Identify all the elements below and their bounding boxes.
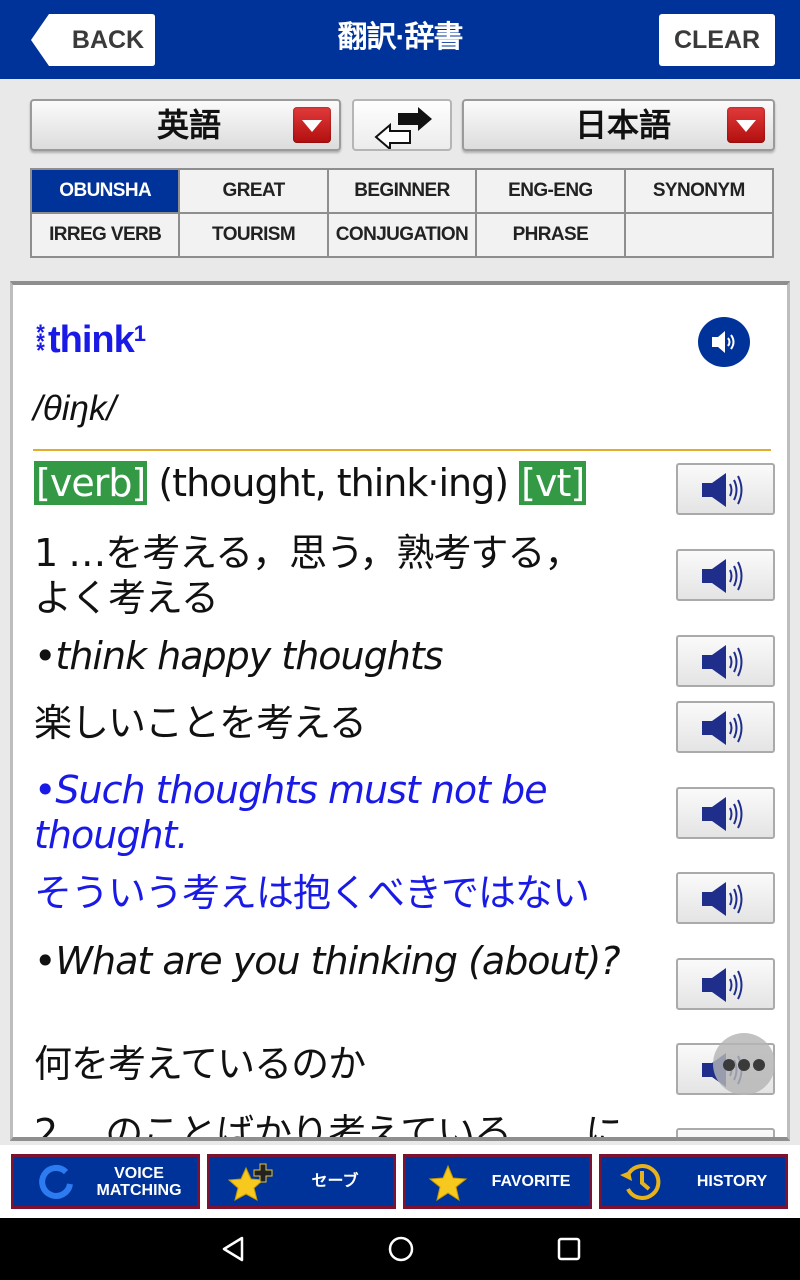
tab-great[interactable]: GREAT [180,170,327,212]
speaker-button[interactable] [676,1128,775,1137]
example-2-en-line-1: •Such thoughts must not be [34,768,548,812]
more-dot-icon [753,1059,765,1071]
sense-1-line-1: 1 …を考える，思う，熟考する， [34,531,582,575]
history-label: HISTORY [696,1173,768,1190]
tab-phrase[interactable]: PHRASE [477,214,624,256]
tab-eng-eng[interactable]: ENG-ENG [477,170,624,212]
speaker-button[interactable] [676,787,775,839]
speaker-button[interactable] [676,701,775,753]
tab-empty [625,214,772,256]
example-2-ja: そういう考えは抱くべきではない [34,871,590,915]
tab-obunsha[interactable]: OBUNSHA [32,170,179,212]
more-dot-icon [738,1059,750,1071]
refresh-icon [39,1164,73,1199]
clear-button[interactable]: CLEAR [659,14,775,66]
save-button[interactable]: セーブ [207,1154,396,1209]
speaker-button[interactable] [676,549,775,601]
speaker-icon [702,882,743,916]
dictionary-entry-panel[interactable]: * * * think1 /θiŋk/ [verb] (thought, think·… [10,281,790,1141]
importance-mark-icon: * * * [36,320,45,364]
tab-synonym[interactable]: SYNONYM [625,170,772,212]
swap-languages-button[interactable] [352,99,452,151]
sense-1: 1 …を考える，思う，熟考する， よく考える [34,531,674,621]
favorite-label: FAVORITE [491,1173,571,1190]
voice-matching-label: VOICE MATCHING [84,1157,194,1206]
nav-back-icon[interactable] [218,1235,248,1263]
verb-forms: (thought, think·ing) [147,461,520,505]
favorite-button[interactable]: FAVORITE [403,1154,592,1209]
voice-matching-line-2: MATCHING [96,1181,182,1199]
star-plus-icon [227,1163,273,1201]
back-button[interactable]: BACK [31,14,155,66]
voice-matching-button[interactable]: VOICE MATCHING [11,1154,200,1209]
example-3-ja: 何を考えているのか [34,1042,366,1086]
tab-tourism[interactable]: TOURISM [180,214,327,256]
tab-conjugation[interactable]: CONJUGATION [328,214,476,256]
speaker-icon [702,711,743,745]
history-clock-icon [620,1164,661,1200]
headword: * * * think1 [33,319,146,364]
speaker-icon [702,797,743,831]
dictionary-tabs: OBUNSHA GREAT BEGINNER ENG-ENG SYNONYM I… [30,168,774,258]
app-header: BACK 翻訳·辞書 CLEAR [0,0,800,79]
voice-matching-line-1: VOICE [114,1164,164,1182]
example-2-en-line-2: thought. [34,813,189,857]
back-label: BACK [71,26,145,54]
source-language-label: 英語 [156,107,221,143]
swap-arrows-icon [374,107,432,149]
speaker-icon [702,645,743,679]
more-options-button[interactable] [713,1033,775,1095]
phonetic: /θiŋk/ [33,389,117,428]
headword-text: think [48,319,135,361]
speaker-icon [702,559,743,593]
target-language-label: 日本語 [574,107,671,143]
star-icon [428,1164,468,1202]
example-1-en: •think happy thoughts [34,634,444,678]
sense-1-line-2: よく考える [34,576,219,620]
source-language-select[interactable]: 英語 [30,99,341,151]
tab-beginner[interactable]: BEGINNER [328,170,476,212]
nav-home-icon[interactable] [386,1235,416,1263]
chevron-down-icon [293,107,331,143]
chevron-down-icon [727,107,765,143]
system-nav-bar [0,1218,800,1280]
speaker-button[interactable] [676,463,775,515]
tab-irreg-verb[interactable]: IRREG VERB [32,214,179,256]
more-dot-icon [723,1059,735,1071]
divider [33,449,771,451]
example-1-ja: 楽しいことを考える [34,701,367,745]
page-title: 翻訳·辞書 [337,21,464,54]
pos-tag: [verb] [34,461,148,505]
history-button[interactable]: HISTORY [599,1154,788,1209]
speaker-button[interactable] [676,958,775,1010]
save-label: セーブ [311,1173,359,1190]
speaker-button[interactable] [676,635,775,687]
headword-speaker-button[interactable] [698,317,750,367]
bottom-toolbar: VOICE MATCHING セーブ FAVORITE HISTORY [0,1145,800,1218]
part-of-speech-line: [verb] (thought, think·ing) [vt] [34,461,694,506]
example-2-en: •Such thoughts must not be thought. [34,768,674,858]
speaker-icon [702,968,743,1002]
sense-2-partial: 2 …のことばかり考えている，…に [34,1111,623,1141]
speaker-icon [712,331,735,353]
speaker-icon [702,473,743,507]
verb-type-tag: [vt] [519,461,587,505]
headword-superscript: 1 [133,321,146,346]
speaker-button[interactable] [676,872,775,924]
target-language-select[interactable]: 日本語 [462,99,775,151]
nav-recents-icon[interactable] [554,1235,584,1263]
example-3-en: •What are you thinking (about)? [34,939,621,983]
